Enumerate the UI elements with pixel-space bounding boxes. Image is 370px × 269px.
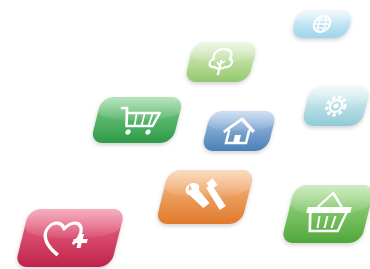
basket-tile bbox=[280, 185, 370, 243]
heart-plus-icon bbox=[43, 221, 88, 257]
tools-tile bbox=[155, 170, 255, 224]
globe-icon bbox=[312, 15, 332, 33]
tools-icon bbox=[185, 178, 226, 210]
home-icon bbox=[223, 117, 256, 145]
basket-icon bbox=[306, 191, 352, 233]
icon-collage bbox=[0, 0, 370, 269]
home-tile bbox=[201, 111, 277, 151]
tree-tile bbox=[184, 42, 258, 82]
gear-icon bbox=[325, 95, 347, 117]
globe-tile bbox=[290, 10, 354, 38]
gear-tile bbox=[301, 86, 370, 126]
cart-tile bbox=[90, 97, 184, 143]
heart-tile bbox=[14, 209, 126, 267]
shopping-cart-icon bbox=[120, 106, 162, 135]
tree-icon bbox=[208, 47, 234, 75]
